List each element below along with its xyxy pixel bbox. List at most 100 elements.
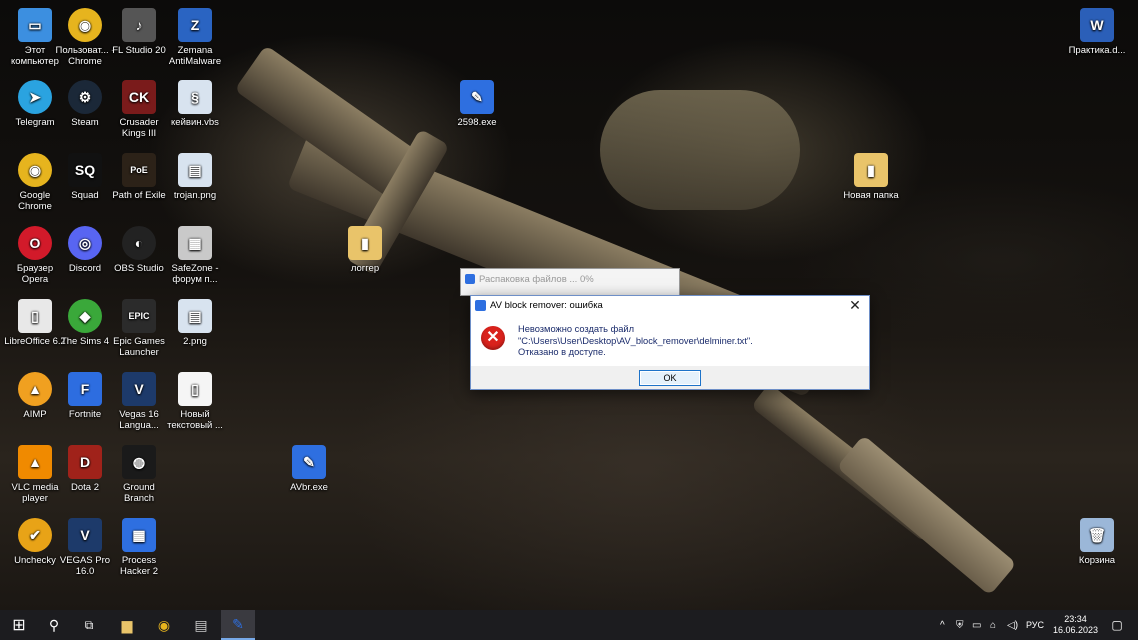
taskbar-app-explorer[interactable]: ▆ <box>110 610 144 640</box>
app-icon: EPIC <box>122 299 156 333</box>
icon-glyph: F <box>80 380 90 397</box>
tray-chevron[interactable]: ^ <box>940 610 945 640</box>
desktop-icon[interactable]: ✎ AVbr.exe <box>278 445 340 493</box>
language-indicator[interactable]: РУС <box>1026 610 1044 640</box>
desktop-icon[interactable]: ▤ trojan.png <box>164 153 226 201</box>
desktop-icon[interactable]: ◎ Discord <box>54 226 116 274</box>
app-icon: ✎ <box>292 445 326 479</box>
desktop-icon[interactable]: ▦ Process Hacker 2 <box>108 518 170 577</box>
icon-glyph: ◐ <box>134 234 144 251</box>
desktop-icon[interactable]: ◍ Ground Branch <box>108 445 170 504</box>
desktop-icon[interactable]: D Dota 2 <box>54 445 116 493</box>
desktop-icon-label: Новый текстовый ... <box>167 409 223 431</box>
unpacking-window[interactable]: Распаковка файлов ... 0% <box>460 268 680 296</box>
icon-glyph: ◎ <box>78 234 92 251</box>
desktop-icon[interactable]: W Практика.d... <box>1066 8 1128 56</box>
desktop-icon[interactable]: F Fortnite <box>54 372 116 420</box>
notification-icon[interactable]: ▢ <box>1100 610 1134 640</box>
icon-glyph: ▮ <box>361 234 369 251</box>
desktop-icon-label: SafeZone - форум п... <box>171 263 219 285</box>
app-icon: ▲ <box>18 372 52 406</box>
desktop-icon-label: VEGAS Pro 16.0 <box>59 555 111 577</box>
dialog-body: ✕ Невозможно создать файл "C:\Users\User… <box>471 316 869 366</box>
desktop-icon[interactable]: 🗑 Корзина <box>1066 518 1128 566</box>
app-icon: ▯ <box>178 372 212 406</box>
desktop-icon[interactable]: ◆ The Sims 4 <box>54 299 116 347</box>
app-icon: ▤ <box>178 153 212 187</box>
app-icon: SQ <box>68 153 102 187</box>
desktop-icon-label: Epic Games Launcher <box>113 336 165 358</box>
taskbar: ⊞ ⚲ ⧉ ▆ ◉ ▤ ✎ ^ ⛨ ▭ ⌂ ◁) РУС 23:34 16.06.20… <box>0 610 1138 640</box>
task-view-icon[interactable]: ⧉ <box>72 610 106 640</box>
icon-glyph: ◉ <box>78 16 92 33</box>
desktop-icon-label: кейвин.vbs <box>171 117 219 128</box>
icon-glyph: PoE <box>130 164 148 175</box>
desktop-icon[interactable]: V Vegas 16 Langua... <box>108 372 170 431</box>
desktop-icon-label: Fortnite <box>68 409 102 420</box>
taskbar-app-chrome[interactable]: ◉ <box>147 610 181 640</box>
desktop-icon[interactable]: CK Crusader Kings III <box>108 80 170 139</box>
battery-icon[interactable]: ▭ <box>972 610 981 640</box>
desktop-icon-label: FL Studio 20 <box>112 45 166 56</box>
app-icon: § <box>178 80 212 114</box>
app-icon: ▦ <box>178 226 212 260</box>
app-icon: ➤ <box>18 80 52 114</box>
desktop-icon[interactable]: ♪ FL Studio 20 <box>108 8 170 56</box>
desktop-icon-label: Process Hacker 2 <box>119 555 158 577</box>
icon-glyph: ✔ <box>29 526 41 543</box>
error-dialog: AV block remover: ошибка ✕ ✕ Невозможно … <box>470 295 870 390</box>
desktop-icon[interactable]: ◐ OBS Studio <box>108 226 170 274</box>
desktop-icon-label: Практика.d... <box>1068 45 1126 56</box>
icon-glyph: ⚙ <box>78 88 92 105</box>
desktop-icon[interactable]: PoE Path of Exile <box>108 153 170 201</box>
desktop-icon[interactable]: ▮ Новая папка <box>840 153 902 201</box>
desktop-icon-label: Новая папка <box>843 190 899 201</box>
start-icon[interactable]: ⊞ <box>2 610 36 640</box>
app-icon: ▦ <box>122 518 156 552</box>
desktop-icon[interactable]: ✎ 2598.exe <box>446 80 508 128</box>
icon-glyph: CK <box>128 88 150 105</box>
app-icon: W <box>1080 8 1114 42</box>
desktop-icon[interactable]: ▯ Новый текстовый ... <box>164 372 226 431</box>
icon-glyph: W <box>1090 16 1104 33</box>
app-icon: ✎ <box>460 80 494 114</box>
app-icon: D <box>68 445 102 479</box>
icon-glyph: ◉ <box>28 161 42 178</box>
desktop-icon-label: Discord <box>68 263 102 274</box>
desktop-icon[interactable]: § кейвин.vbs <box>164 80 226 128</box>
app-icon: ◎ <box>68 226 102 260</box>
close-icon[interactable]: ✕ <box>847 297 863 313</box>
desktop-icon[interactable]: ▦ SafeZone - форум п... <box>164 226 226 285</box>
volume-icon[interactable]: ◁) <box>1007 610 1018 640</box>
network-icon[interactable]: ⌂ <box>990 610 996 640</box>
app-icon: V <box>122 372 156 406</box>
icon-glyph: ▤ <box>188 307 202 324</box>
desktop-icon[interactable]: V VEGAS Pro 16.0 <box>54 518 116 577</box>
icon-glyph: D <box>79 453 91 470</box>
desktop-icon[interactable]: ▮ логгер <box>334 226 396 274</box>
dialog-titlebar[interactable]: AV block remover: ошибка ✕ <box>471 296 869 316</box>
icon-glyph: 🗑 <box>1088 526 1106 543</box>
app-icon <box>475 300 486 311</box>
app-icon: F <box>68 372 102 406</box>
desktop-icon[interactable]: SQ Squad <box>54 153 116 201</box>
app-icon: ◆ <box>68 299 102 333</box>
desktop-icon[interactable]: ⚙ Steam <box>54 80 116 128</box>
desktop-icon[interactable]: ◉ Пользоват... - Chrome <box>54 8 116 67</box>
desktop-icon[interactable]: ▤ 2.png <box>164 299 226 347</box>
app-icon: ◉ <box>68 8 102 42</box>
clock[interactable]: 23:34 16.06.2023 <box>1053 614 1098 636</box>
icon-glyph: ◆ <box>79 307 91 324</box>
desktop-icon[interactable]: Z Zemana AntiMalware <box>164 8 226 67</box>
taskbar-app-image[interactable]: ▤ <box>184 610 218 640</box>
desktop: ▭ Этот компьютер ◉ Пользоват... - Chrome ♪ FL… <box>0 0 1138 610</box>
icon-glyph: EPIC <box>128 310 150 321</box>
desktop-icon-label: Steam <box>71 117 99 128</box>
taskbar-app-avbr[interactable]: ✎ <box>221 610 255 640</box>
icon-glyph: ▦ <box>188 234 202 251</box>
app-icon <box>465 274 475 284</box>
search-icon[interactable]: ⚲ <box>37 610 71 640</box>
ok-button[interactable]: OK <box>639 370 701 386</box>
security-icon[interactable]: ⛨ <box>956 610 964 640</box>
desktop-icon[interactable]: EPIC Epic Games Launcher <box>108 299 170 358</box>
